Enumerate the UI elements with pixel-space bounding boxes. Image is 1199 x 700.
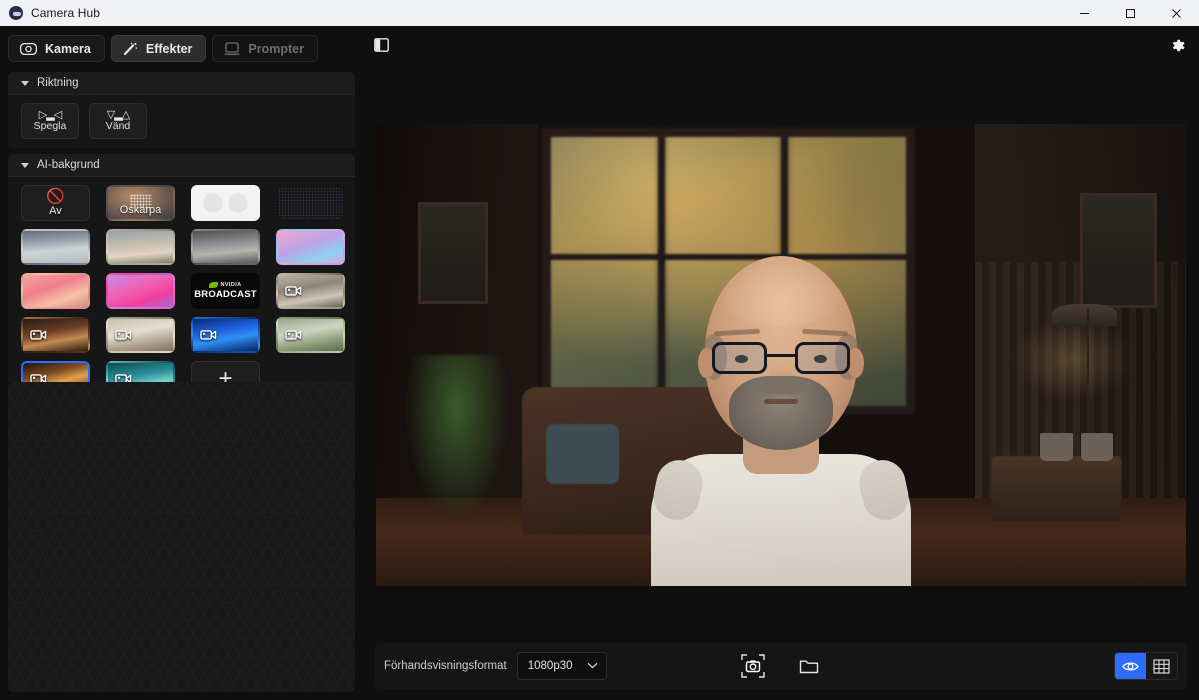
- section-ai-bakgrund: AI-bakgrund 🚫Av Oskärpa NVIDIABROADCAST + O…: [8, 154, 355, 382]
- section-riktning-header[interactable]: Riktning: [8, 72, 355, 95]
- add-background-icon: +: [218, 365, 233, 383]
- camera-icon: [20, 42, 37, 55]
- wand-icon: [123, 42, 138, 56]
- window-controls: [1061, 0, 1199, 26]
- flip-label: Vänd: [105, 120, 131, 132]
- chevron-down-icon: [21, 80, 29, 86]
- background-thumb-sunset-lounge[interactable]: [21, 273, 90, 309]
- background-thumb-label: Oskärpa: [119, 204, 162, 216]
- tab-prompter[interactable]: Prompter: [212, 35, 318, 62]
- tab-kamera-label: Kamera: [45, 41, 91, 56]
- white-backdrop-art: [197, 191, 254, 215]
- section-riktning-body: ▷▂◁ Spegla ▽▂△ Vänd: [8, 95, 355, 148]
- format-group: Förhandsvisningsformat 1080p30: [384, 652, 607, 680]
- camera-preview-video: [376, 123, 1186, 586]
- camera-snapshot-icon[interactable]: [738, 652, 768, 680]
- wall-picture-left: [418, 202, 488, 304]
- preview-bottom-toolbar: Förhandsvisningsformat 1080p30: [375, 643, 1187, 689]
- background-thumb-blue-studio[interactable]: [191, 317, 260, 353]
- tab-kamera[interactable]: Kamera: [8, 35, 105, 62]
- background-thumb-bright-room[interactable]: [106, 317, 175, 353]
- window-titlebar: Camera Hub: [0, 0, 1199, 26]
- background-thumb-label: Av: [49, 204, 62, 217]
- section-riktning-title: Riktning: [37, 77, 79, 89]
- background-thumb-teal-studio[interactable]: [106, 361, 175, 382]
- format-label: Förhandsvisningsformat: [384, 660, 507, 672]
- mode-tabs: Kamera Effekter Prompter: [0, 26, 363, 72]
- no-background-icon: 🚫: [46, 187, 65, 205]
- tab-effekter[interactable]: Effekter: [110, 35, 207, 62]
- minimize-button[interactable]: [1061, 0, 1107, 26]
- tab-prompter-label: Prompter: [248, 41, 304, 56]
- background-thumb-off[interactable]: 🚫 Av: [21, 185, 90, 221]
- mirror-button[interactable]: ▷▂◁ Spegla: [21, 103, 79, 139]
- background-thumb-pink-sofa[interactable]: [106, 273, 175, 309]
- preview-eye-toggle[interactable]: [1115, 653, 1146, 679]
- background-thumb-dark-plain[interactable]: [276, 185, 345, 221]
- section-ai-bakgrund-header[interactable]: AI-bakgrund: [8, 154, 355, 177]
- background-thumb-white-plain[interactable]: [191, 185, 260, 221]
- background-thumb-beige-lounge[interactable]: [276, 273, 345, 309]
- background-thumb-add-custom[interactable]: +: [191, 361, 260, 382]
- close-button[interactable]: [1153, 0, 1199, 26]
- mirror-label: Spegla: [33, 120, 67, 132]
- background-thumb-home-office[interactable]: [191, 229, 260, 265]
- section-ai-bakgrund-body: 🚫AvOskärpaNVIDIABROADCAST+ Oskärpestyrka…: [8, 177, 355, 382]
- background-thumb-label: BROADCAST: [194, 289, 257, 300]
- gear-icon[interactable]: [1167, 35, 1187, 55]
- direction-buttons: ▷▂◁ Spegla ▽▂△ Vänd: [21, 103, 342, 139]
- tab-effekter-label: Effekter: [145, 41, 193, 56]
- prompter-icon: [224, 41, 240, 56]
- section-riktning: Riktning ▷▂◁ Spegla ▽▂△ Vänd: [8, 72, 355, 148]
- format-select[interactable]: 1080p30: [516, 652, 607, 680]
- background-thumbnail-grid: 🚫 Av Oskärpa NVIDIA BROADCAST +: [21, 185, 345, 382]
- effects-panel-scroll: Riktning ▷▂◁ Spegla ▽▂△ Vänd AI-bakgrund…: [0, 72, 363, 382]
- format-value: 1080p30: [527, 660, 573, 672]
- dark-backdrop-art: [278, 187, 343, 219]
- background-thumb-office-lobby[interactable]: [21, 229, 90, 265]
- sidebar-toggle-icon[interactable]: [370, 34, 392, 56]
- mirror-icon: ▷▂◁: [38, 109, 62, 121]
- folder-icon[interactable]: [794, 652, 824, 680]
- section-ai-bakgrund-title: AI-bakgrund: [37, 159, 100, 171]
- panel-background-pattern: [8, 382, 355, 692]
- background-thumb-blur[interactable]: Oskärpa: [106, 185, 175, 221]
- capture-actions: [738, 652, 824, 680]
- wall-picture-right: [1079, 192, 1157, 309]
- preview-topbar: [363, 26, 1199, 64]
- view-mode-toggle: [1114, 652, 1178, 680]
- background-thumb-anime-room[interactable]: [276, 229, 345, 265]
- background-thumb-green-loft[interactable]: [276, 317, 345, 353]
- video-stage: [363, 64, 1199, 643]
- grid-view-toggle[interactable]: [1146, 653, 1177, 679]
- person-figure: [651, 255, 911, 586]
- background-thumb-living-room[interactable]: [106, 229, 175, 265]
- camera-hub-logo-icon: [9, 6, 23, 20]
- background-thumb-cozy-window[interactable]: [21, 361, 90, 382]
- chevron-down-icon: [21, 162, 29, 168]
- background-thumb-nvidia-broadcast[interactable]: NVIDIA BROADCAST: [191, 273, 260, 309]
- flip-button[interactable]: ▽▂△ Vänd: [89, 103, 147, 139]
- left-panel: Kamera Effekter Prompter Riktning ▷▂◁ Sp…: [0, 26, 363, 700]
- window-title: Camera Hub: [31, 6, 101, 20]
- maximize-button[interactable]: [1107, 0, 1153, 26]
- flip-icon: ▽▂△: [106, 109, 130, 121]
- background-thumb-dark-cafe[interactable]: [21, 317, 90, 353]
- preview-area: Förhandsvisningsformat 1080p30: [363, 26, 1199, 700]
- chevron-down-icon: [587, 660, 598, 672]
- nvidia-logo-icon: NVIDIA: [209, 282, 241, 288]
- app-shell: Kamera Effekter Prompter Riktning ▷▂◁ Sp…: [0, 26, 1199, 700]
- plant-graphic: [400, 354, 514, 531]
